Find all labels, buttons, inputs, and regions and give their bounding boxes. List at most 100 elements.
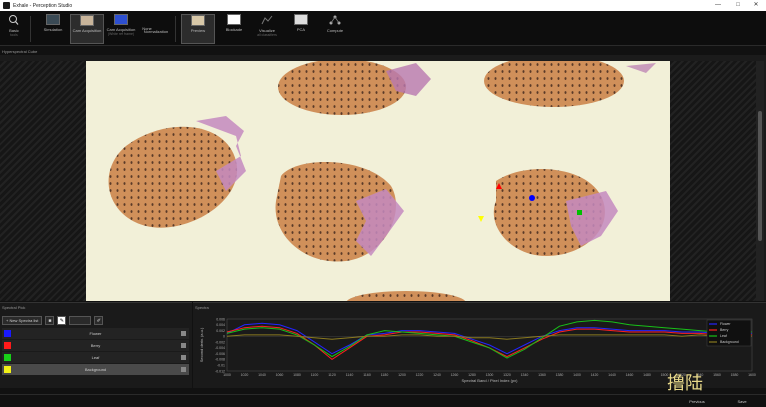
x-tick-label: 1420 [591, 373, 599, 377]
image-viewer[interactable] [0, 55, 766, 301]
panel-title: Spectral Pick [2, 305, 26, 310]
x-tick-label: 1260 [451, 373, 459, 377]
magnifier-icon [9, 15, 19, 25]
ribbon-button-visualize[interactable]: Visualize all classifiers [250, 14, 284, 44]
color-swatch [4, 354, 11, 361]
flower-pick-marker[interactable] [529, 195, 535, 201]
y-tick-label: 0.004 [216, 323, 225, 327]
color-swatch [4, 330, 11, 337]
x-tick-label: 1440 [608, 373, 616, 377]
strawberry [484, 61, 624, 107]
ribbon-label: Simulation [43, 27, 63, 32]
x-tick-label: 1600 [748, 373, 756, 377]
spectra-item-leaf[interactable]: Leaf [2, 352, 189, 363]
ribbon-button-preview[interactable]: Preview [181, 14, 215, 44]
y-tick-label: 0 [223, 335, 225, 339]
remove-icon[interactable] [181, 343, 186, 348]
ribbon-label: PCA [296, 27, 306, 32]
close-button[interactable]: ✕ [746, 0, 766, 11]
spectra-item-background[interactable]: Background [2, 364, 189, 375]
hyperspectral-image[interactable] [86, 61, 670, 301]
ribbon-button-compute[interactable]: Compute [322, 14, 348, 44]
leaf-pick-marker[interactable] [577, 210, 582, 215]
ribbon-label: Blockade [225, 27, 243, 32]
ribbon-label: Cam Acquisition [72, 28, 102, 33]
previous-button[interactable]: Previous [680, 397, 714, 406]
remove-icon[interactable] [181, 331, 186, 336]
spectra-list: Flower Berry Leaf Background [2, 328, 189, 376]
legend-label: Flower [720, 322, 731, 326]
compute-icon [329, 15, 341, 25]
x-tick-label: 1360 [538, 373, 546, 377]
x-tick-label: 1460 [626, 373, 634, 377]
spectra-name: Berry [90, 343, 101, 348]
viewer-label: Hyperspectral Cube [2, 49, 38, 54]
ribbon-button-blockade[interactable]: Blockade [220, 14, 248, 44]
x-tick-label: 1280 [468, 373, 476, 377]
none-icon [138, 14, 156, 26]
remove-icon[interactable] [181, 367, 186, 372]
x-tick-label: 1480 [643, 373, 651, 377]
camera-icon [80, 15, 94, 26]
minimize-button[interactable]: — [708, 0, 728, 11]
new-spectra-button[interactable]: + New Spectra list [2, 316, 43, 325]
legend-label: Leaf [720, 334, 727, 338]
background-pick-marker[interactable] [478, 216, 484, 222]
scrollbar-thumb[interactable] [758, 111, 762, 241]
visualize-icon [261, 15, 273, 25]
ribbon-sublabel: (White ref frame) [107, 32, 135, 36]
x-tick-label: 1180 [381, 373, 389, 377]
y-tick-label: 0.002 [216, 329, 225, 333]
save-button[interactable]: Save [724, 397, 760, 406]
strawberry-scene [108, 61, 656, 301]
ribbon-sublabel: all classifiers [257, 33, 277, 37]
ribbon-button-basic[interactable]: Basic tools [3, 14, 25, 44]
viewer-margin-right [670, 61, 756, 301]
ribbon-button-normalization[interactable]: Normalization [140, 29, 172, 43]
ribbon-separator [175, 16, 176, 42]
viewer-margin-left [0, 61, 86, 301]
legend-label: Background [720, 340, 739, 344]
watermark-text: 撸陆 [667, 373, 703, 394]
x-tick-label: 1240 [433, 373, 441, 377]
ribbon-toolbar: Basic tools Simulation Cam Acquisition C… [0, 11, 766, 46]
blockade-icon [227, 14, 241, 25]
series-line-flower [226, 322, 753, 355]
x-tick-label: 1340 [521, 373, 529, 377]
ribbon-label: Normalization [143, 29, 169, 34]
x-tick-label: 1000 [223, 373, 231, 377]
spectra-item-flower[interactable]: Flower [2, 328, 189, 339]
x-tick-label: 1160 [363, 373, 371, 377]
tool-field[interactable] [69, 316, 92, 325]
sim-icon [46, 14, 60, 25]
strawberry [278, 61, 406, 115]
remove-icon[interactable] [181, 355, 186, 360]
ribbon-button-simulation[interactable]: Simulation [38, 14, 68, 44]
x-tick-label: 1060 [276, 373, 284, 377]
y-tick-label: -0.008 [215, 358, 225, 362]
spectra-item-berry[interactable]: Berry [2, 340, 189, 351]
title-bar: Exhale - Perception Studio — □ ✕ [0, 0, 766, 11]
series-line-background [226, 334, 753, 340]
x-tick-label: 1080 [293, 373, 301, 377]
pen-tool-icon[interactable]: ✎ [57, 316, 67, 325]
ribbon-button-pca[interactable]: PCA [290, 14, 312, 44]
x-tick-label: 1140 [346, 373, 354, 377]
y-axis-label: Second deriv. (a.u.) [199, 327, 204, 362]
viewer-scrollbar[interactable] [756, 61, 764, 301]
x-tick-label: 1100 [311, 373, 319, 377]
ribbon-separator [30, 16, 31, 42]
status-bar: Previous Save [0, 394, 766, 407]
legend-label: Berry [720, 328, 729, 332]
select-tool-icon[interactable]: ■ [45, 316, 55, 325]
y-tick-label: -0.004 [215, 346, 225, 350]
ribbon-button-cam-acquisition[interactable]: Cam Acquisition [70, 14, 104, 44]
maximize-button[interactable]: □ [728, 0, 748, 11]
x-tick-label: 1300 [486, 373, 494, 377]
ribbon-button-white-reference[interactable]: Cam Acquisition (White ref frame) [104, 14, 138, 44]
brush-tool-icon[interactable]: ✐ [94, 316, 104, 325]
x-axis-label: Spectral Band / Pixel Index (px) [461, 378, 518, 383]
spectra-toolbar: + New Spectra list ■ ✎ ✐ [2, 316, 104, 325]
ribbon-label: Compute [326, 28, 344, 33]
x-tick-label: 1120 [328, 373, 336, 377]
